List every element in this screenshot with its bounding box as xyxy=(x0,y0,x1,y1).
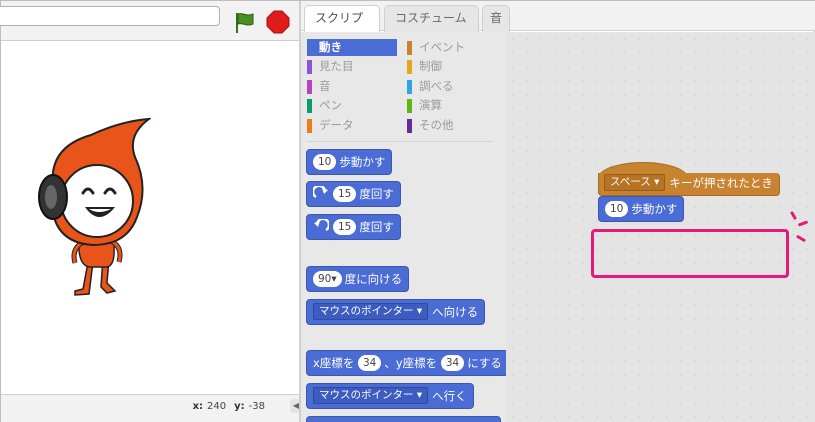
degrees-input[interactable]: 15 xyxy=(333,218,357,235)
degrees-input[interactable]: 15 xyxy=(333,185,357,202)
stage-footer: x: 240 y: -38 xyxy=(1,394,299,422)
block-turn-right[interactable]: 15 度回す xyxy=(306,181,401,207)
block-goto[interactable]: マウスのポインター ▾ へ行く xyxy=(306,383,474,409)
block-point-direction[interactable]: 90▾ 度に向ける xyxy=(306,266,410,292)
spark-mark xyxy=(795,234,807,243)
block-point-towards[interactable]: マウスのポインター ▾ へ向ける xyxy=(306,299,486,325)
y-input[interactable]: 34 xyxy=(440,354,465,371)
category-events[interactable]: イベント xyxy=(407,39,497,56)
category-control[interactable]: 制御 xyxy=(407,58,497,75)
steps-input[interactable]: 10 xyxy=(313,153,337,170)
tab-scripts[interactable]: スクリプト xyxy=(304,5,380,50)
category-data[interactable]: データ xyxy=(307,117,397,134)
stage-header xyxy=(0,1,299,41)
x-input[interactable]: 34 xyxy=(357,354,382,371)
category-sound[interactable]: 音 xyxy=(307,78,397,95)
green-flag-icon[interactable] xyxy=(233,11,257,35)
key-dropdown[interactable]: スペース ▾ xyxy=(604,174,666,191)
tab-costumes[interactable]: コスチューム xyxy=(384,5,479,32)
category-pen[interactable]: ペン xyxy=(307,97,397,114)
scratch-editor: x:240y:-38 ◀ スクリプト コスチューム 音 動き イベント 見た目 … xyxy=(0,0,815,422)
block-move-steps[interactable]: 10 歩動かす xyxy=(306,149,393,175)
drop-target-highlight xyxy=(591,229,789,278)
direction-dropdown[interactable]: 90▾ xyxy=(313,270,342,287)
editor-tabs: スクリプト コスチューム 音 xyxy=(301,1,815,50)
block-palette: 動き イベント 見た目 制御 音 調べる ペン 演算 データ その他 10 歩動か… xyxy=(301,32,506,422)
block-goto-xy[interactable]: x座標を 34 、y座標を 34 にする xyxy=(306,350,506,376)
palette-separator xyxy=(307,141,493,142)
block-move-steps[interactable]: 10 歩動かす xyxy=(598,196,685,222)
target-dropdown[interactable]: マウスのポインター ▾ xyxy=(313,387,429,404)
tab-sounds[interactable]: 音 xyxy=(482,5,510,32)
target-dropdown[interactable]: マウスのポインター ▾ xyxy=(313,303,429,320)
category-more[interactable]: その他 xyxy=(407,117,497,134)
category-operators[interactable]: 演算 xyxy=(407,97,497,114)
pico-sprite[interactable] xyxy=(31,117,151,297)
block-turn-left[interactable]: 15 度回す xyxy=(306,214,401,240)
x-label: x: xyxy=(192,401,204,412)
block-partial[interactable] xyxy=(306,416,501,422)
category-list: 動き イベント 見た目 制御 音 調べる ペン 演算 データ その他 xyxy=(301,32,506,142)
y-label: y: xyxy=(234,401,245,412)
category-looks[interactable]: 見た目 xyxy=(307,58,397,75)
y-value: -38 xyxy=(248,401,265,412)
spark-mark xyxy=(789,210,798,221)
steps-input[interactable]: 10 xyxy=(605,200,629,217)
rotate-left-icon xyxy=(313,217,331,235)
block-when-key-pressed[interactable]: スペース ▾ キーが押されたとき xyxy=(598,162,780,196)
x-value: 240 xyxy=(207,401,227,412)
scripts-area[interactable]: スペース ▾ キーが押されたとき 10 歩動かす xyxy=(506,32,815,422)
hat-body: スペース ▾ キーが押されたとき xyxy=(598,173,780,196)
project-title-input[interactable] xyxy=(0,6,220,26)
category-sensing[interactable]: 調べる xyxy=(407,78,497,95)
spark-mark xyxy=(797,220,809,227)
category-motion[interactable]: 動き xyxy=(307,39,397,56)
rotate-right-icon xyxy=(311,184,329,202)
mouse-coordinates: x: 240 y: -38 xyxy=(193,401,273,412)
stage-canvas[interactable] xyxy=(1,42,299,394)
stop-icon[interactable] xyxy=(266,10,290,34)
